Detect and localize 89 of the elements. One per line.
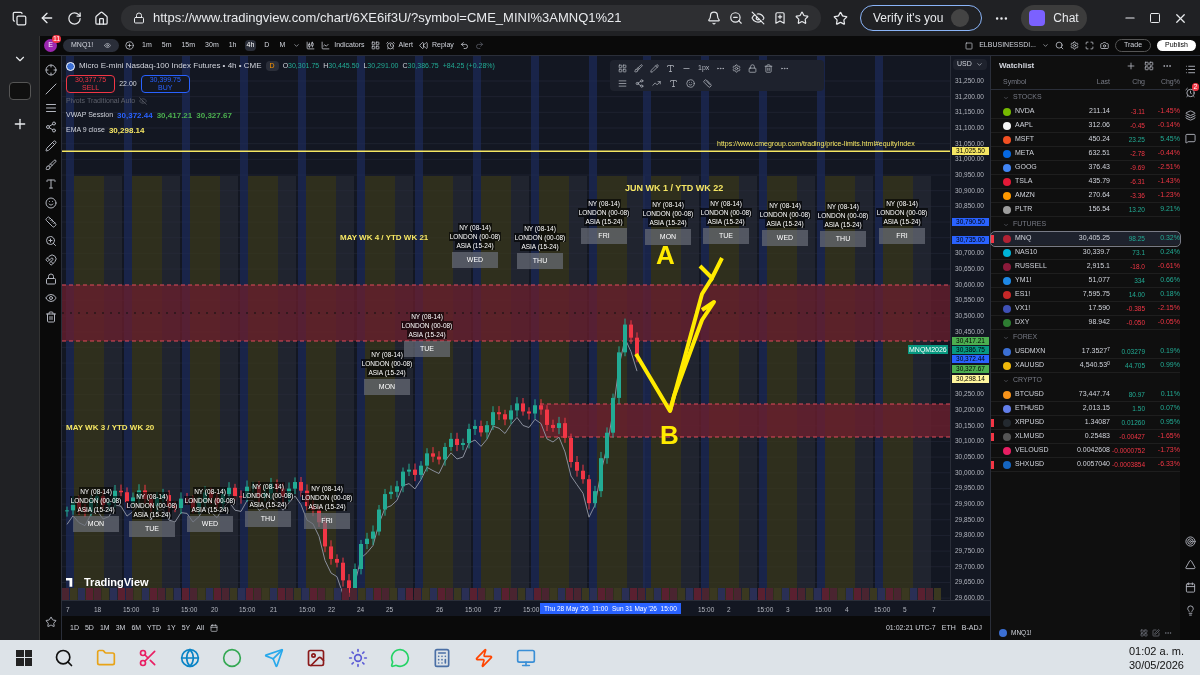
- candles-icon[interactable]: [306, 41, 316, 50]
- home-icon[interactable]: [94, 10, 109, 26]
- settings-icon[interactable]: [1070, 41, 1079, 50]
- undo-icon[interactable]: [459, 41, 469, 50]
- alarm-icon: [385, 41, 395, 50]
- calendar-icon[interactable]: [210, 624, 218, 632]
- grid-icon[interactable]: [618, 63, 627, 73]
- indicator-value: 30,417.21: [156, 109, 193, 122]
- crosshair-icon[interactable]: [44, 64, 57, 76]
- lock-icon[interactable]: [44, 273, 57, 285]
- week-title: MAY WK 4 / YTD WK 21: [340, 232, 429, 244]
- list-icon[interactable]: [1184, 64, 1196, 75]
- layout-icon[interactable]: [1140, 629, 1148, 637]
- brush-icon[interactable]: [634, 63, 643, 73]
- taskbar-time[interactable]: 01:02 a. m.: [1128, 643, 1184, 658]
- sun-icon[interactable]: [348, 647, 368, 668]
- annotation-letter: B: [660, 422, 679, 448]
- ruler-icon[interactable]: [703, 78, 712, 88]
- triangle-icon[interactable]: [1184, 559, 1196, 570]
- flag-marker[interactable]: [991, 461, 994, 469]
- week-title: JUN WK 1 / YTD WK 22: [625, 182, 724, 195]
- indicator-value: 30,298.14: [108, 124, 145, 137]
- target-icon[interactable]: [1184, 536, 1196, 547]
- templates-icon[interactable]: [370, 41, 380, 50]
- layout-icon[interactable]: [1144, 61, 1154, 71]
- trend-icon[interactable]: [652, 78, 661, 88]
- layout-icon[interactable]: [965, 41, 974, 50]
- image-icon[interactable]: [306, 647, 326, 668]
- app-logo-icon[interactable]: [8, 82, 31, 100]
- trash-icon[interactable]: [44, 311, 57, 323]
- layers-icon[interactable]: [1184, 110, 1196, 121]
- edit-icon[interactable]: [1152, 629, 1160, 637]
- tradingview-logo-text: TradingView: [84, 575, 149, 590]
- settings-icon[interactable]: [732, 63, 742, 73]
- chevron-icon: [976, 61, 983, 68]
- reload-icon[interactable]: [67, 10, 82, 26]
- chat-icon[interactable]: [1184, 133, 1196, 144]
- bulb-icon[interactable]: [1184, 605, 1196, 616]
- text-icon[interactable]: [669, 78, 678, 88]
- annotation-letter: A: [656, 242, 675, 268]
- lines-icon[interactable]: [44, 102, 57, 114]
- flag-marker[interactable]: [991, 419, 994, 427]
- nodes-icon[interactable]: [44, 121, 57, 133]
- zoom-in-icon[interactable]: [44, 235, 57, 247]
- brush-icon[interactable]: [44, 159, 57, 171]
- line-icon[interactable]: [44, 83, 57, 95]
- compare-icon[interactable]: [125, 41, 134, 50]
- scissors-icon[interactable]: [138, 647, 158, 668]
- eye-icon[interactable]: [44, 292, 57, 304]
- fullscreen-icon[interactable]: [1085, 41, 1094, 50]
- lines-icon[interactable]: [618, 78, 627, 88]
- calculator-icon[interactable]: [432, 647, 452, 668]
- trash-icon[interactable]: [764, 63, 774, 73]
- add-icon[interactable]: [1126, 61, 1136, 71]
- globe-icon[interactable]: [180, 647, 200, 668]
- taskbar-date[interactable]: 30/05/2026: [1128, 657, 1184, 672]
- monitor-icon[interactable]: [516, 647, 536, 668]
- lock-icon[interactable]: [748, 63, 758, 73]
- symbol-title: Micro E-mini Nasdaq-100 Index Futures • 4h • CME: [79, 60, 262, 72]
- ruler-icon[interactable]: [44, 216, 57, 228]
- indicator-value: 30,372.44: [117, 109, 153, 122]
- chart-line-icon: [321, 41, 331, 50]
- eye-icon[interactable]: [104, 42, 111, 49]
- text-icon[interactable]: [44, 178, 57, 190]
- windows-logo-icon[interactable]: [16, 649, 32, 666]
- smile-icon[interactable]: [686, 78, 695, 88]
- address-bar[interactable]: https://www.tradingview.com/chart/6XE6if3U/?symbol=CME_MINI%3AMNQ1%21: [121, 5, 821, 31]
- flag-marker[interactable]: [991, 235, 994, 243]
- indicator-value: 30,327.67: [196, 109, 232, 122]
- tabs-icon[interactable]: [12, 10, 27, 26]
- flag-marker[interactable]: [991, 433, 994, 441]
- favorites-icon[interactable]: [44, 616, 57, 628]
- bolt-icon[interactable]: [474, 647, 494, 668]
- magnet-icon[interactable]: [44, 254, 57, 266]
- alarm-icon[interactable]: [1184, 87, 1196, 98]
- smile-icon[interactable]: [44, 197, 57, 209]
- nodes-icon[interactable]: [635, 78, 644, 88]
- chat-button[interactable]: Chat: [1021, 5, 1087, 31]
- back-icon[interactable]: [39, 10, 55, 26]
- restore-icon[interactable]: [1149, 12, 1161, 24]
- camera-icon[interactable]: [1100, 41, 1109, 50]
- search-icon[interactable]: [1055, 41, 1064, 50]
- watchlist-title[interactable]: Watchlist: [999, 60, 1035, 72]
- pencil-icon[interactable]: [44, 140, 57, 152]
- week-title: MAY WK 3 / YTD WK 20: [66, 422, 155, 434]
- calendar-icon[interactable]: [1184, 582, 1196, 593]
- text-icon[interactable]: [666, 63, 675, 73]
- search-icon[interactable]: [54, 647, 74, 668]
- rewind-icon: [419, 41, 428, 50]
